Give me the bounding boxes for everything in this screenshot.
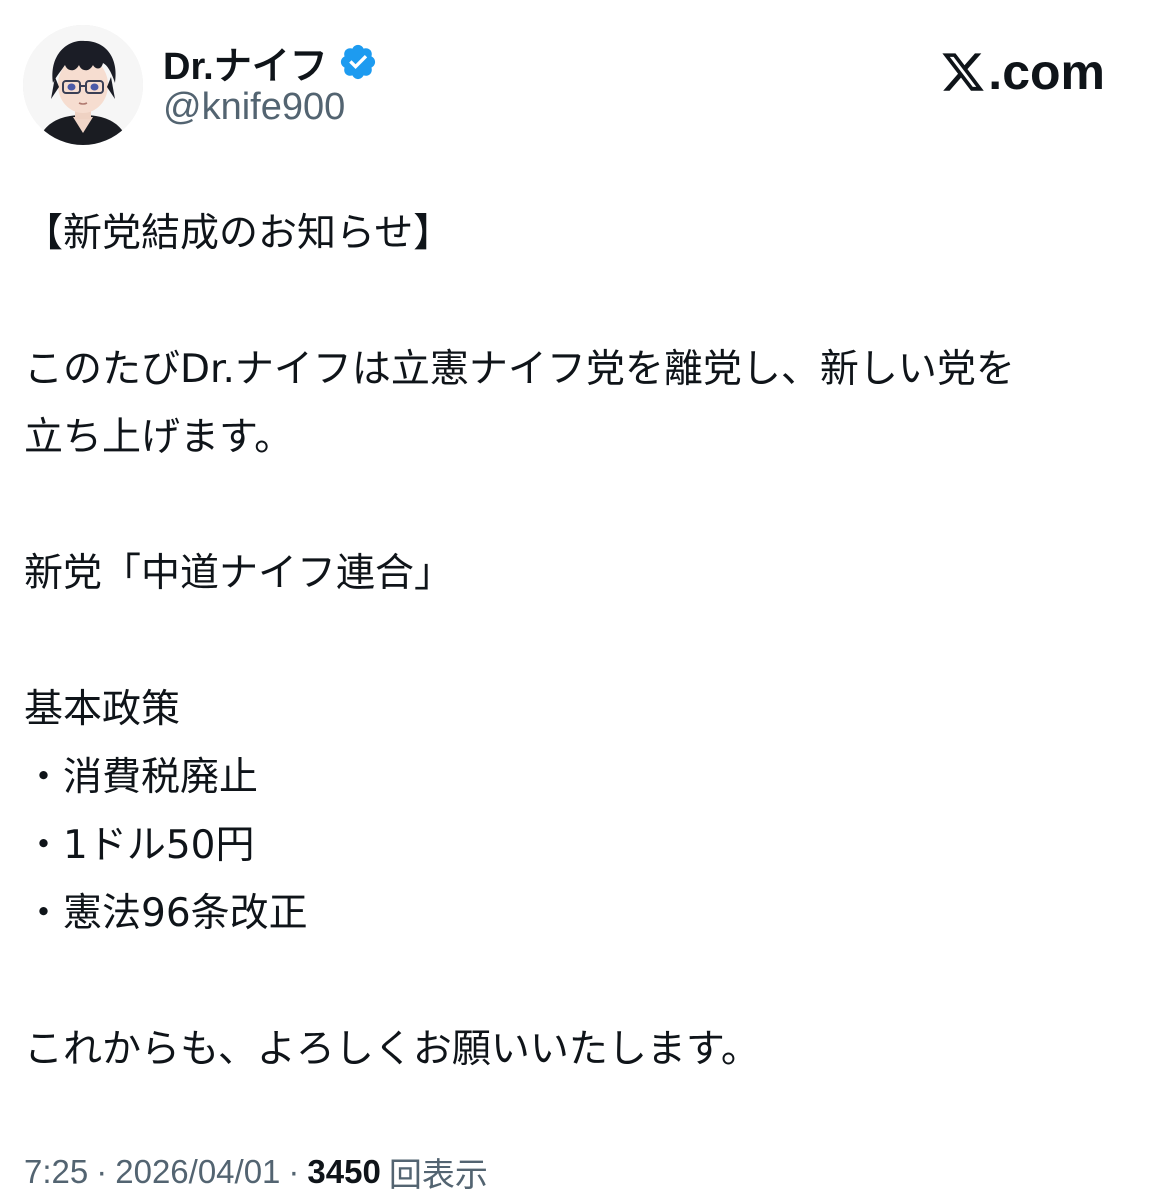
- tweet-line: 新党「中道ナイフ連合」: [24, 551, 454, 596]
- tweet-line: 基本政策: [24, 687, 181, 732]
- tweet-line: ・1ドル50円: [24, 823, 255, 868]
- avatar[interactable]: [23, 25, 143, 145]
- tweet-line: 【新党結成のお知らせ】: [24, 211, 453, 256]
- tweet-text: 【新党結成のお知らせ】 このたびDr.ナイフは立憲ナイフ党を離党し、新しい党を …: [24, 200, 1124, 1084]
- verified-badge-icon: [338, 42, 378, 82]
- author-handle[interactable]: @knife900: [163, 86, 345, 129]
- meta-separator: ·: [96, 1153, 108, 1190]
- x-logo-icon: [942, 53, 985, 91]
- avatar-illustration: [23, 25, 143, 145]
- views-count: 3450: [307, 1153, 381, 1190]
- tweet-meta: 7:25 · 2026/04/01 · 3450 回表示: [24, 1148, 488, 1196]
- meta-separator: ·: [288, 1153, 300, 1190]
- views-label: 回表示: [388, 1155, 488, 1194]
- brand-logo[interactable]: .com: [940, 42, 1105, 102]
- display-name[interactable]: Dr.ナイフ: [163, 35, 328, 90]
- tweet-date[interactable]: 2026/04/01: [115, 1153, 280, 1191]
- tweet-time[interactable]: 7:25: [24, 1153, 88, 1191]
- tweet-line: このたびDr.ナイフは立憲ナイフ党を離党し、新しい党を: [24, 347, 1015, 392]
- author-name-row[interactable]: Dr.ナイフ: [163, 36, 378, 88]
- tweet-line: これからも、よろしくお願いいたします。: [24, 1027, 760, 1072]
- tweet-header: Dr.ナイフ @knife900 .com: [0, 0, 1151, 160]
- brand-domain-text: .com: [988, 44, 1105, 100]
- tweet-line: ・消費税廃止: [24, 755, 259, 800]
- tweet-line: 立ち上げます。: [24, 415, 294, 460]
- tweet-line: ・憲法96条改正: [24, 891, 308, 936]
